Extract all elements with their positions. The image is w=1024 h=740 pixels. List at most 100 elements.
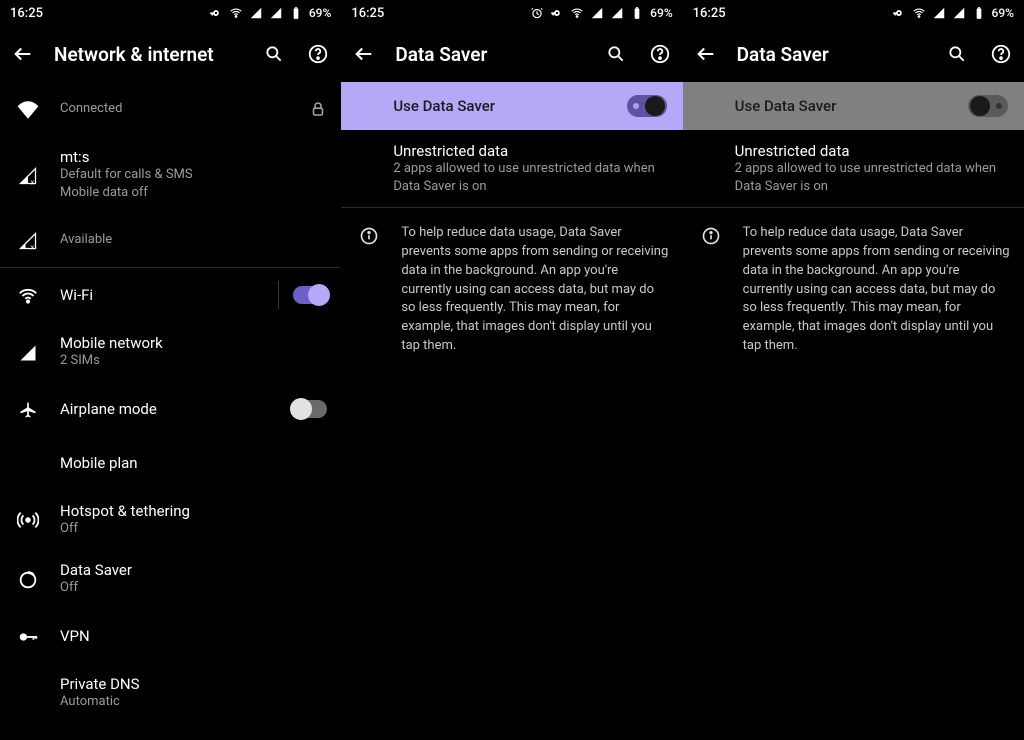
row-mobile-plan[interactable]: Mobile plan (0, 436, 341, 490)
row-airplane-mode[interactable]: Airplane mode (0, 382, 341, 436)
unrestricted-sub: 2 apps allowed to use unrestricted data … (735, 160, 1010, 195)
info-icon (701, 226, 721, 246)
data-saver-toggle[interactable] (968, 95, 1008, 117)
airplane-icon (18, 400, 38, 420)
row-private-dns[interactable]: Private DNS Automatic (0, 663, 341, 723)
vpn-key-icon (209, 6, 223, 20)
battery-percent: 69% (992, 6, 1014, 20)
row-data-saver[interactable]: Data Saver Off (0, 549, 341, 609)
search-button[interactable] (603, 41, 629, 67)
hotspot-sub: Off (60, 520, 327, 538)
wifi-icon (229, 6, 243, 20)
separator (278, 281, 279, 309)
vpn-key-icon (17, 626, 39, 648)
row-wifi[interactable]: Wi-Fi (0, 268, 341, 322)
screen-data-saver-grey: 16:25 69% Data Saver Use Data Saver Unre… (683, 0, 1024, 740)
use-data-saver-label: Use Data Saver (393, 97, 495, 115)
help-button[interactable] (305, 41, 331, 67)
vpn-title: VPN (60, 627, 327, 645)
row-mobile-network[interactable]: Mobile network 2 SIMs (0, 322, 341, 382)
arrow-left-icon (695, 43, 717, 65)
data-saver-icon (17, 569, 39, 591)
row-sim-mts[interactable]: x mt:s Default for calls & SMS Mobile da… (0, 136, 341, 213)
status-bar: 16:25 69% (683, 0, 1024, 26)
battery-percent: 69% (650, 6, 672, 20)
data-saver-toggle[interactable] (627, 95, 667, 117)
wifi-title: Wi-Fi (60, 286, 260, 304)
use-data-saver-row[interactable]: Use Data Saver (341, 82, 682, 130)
connected-label: Connected (60, 100, 291, 118)
status-bar: 16:25 69% (0, 0, 341, 26)
search-icon (264, 44, 284, 64)
airplane-toggle[interactable] (293, 400, 327, 418)
wifi-full-icon (17, 99, 39, 121)
lock-icon (309, 100, 327, 118)
back-button[interactable] (10, 41, 36, 67)
mts-title: mt:s (60, 148, 327, 166)
mobile-network-title: Mobile network (60, 334, 327, 352)
page-title: Data Saver (737, 43, 926, 66)
mts-sub2: Mobile data off (60, 184, 327, 202)
unrestricted-sub: 2 apps allowed to use unrestricted data … (393, 160, 668, 195)
unrestricted-title: Unrestricted data (393, 142, 668, 160)
search-icon (947, 44, 967, 64)
row-connected-wifi[interactable]: Connected (0, 82, 341, 136)
status-time: 16:25 (693, 6, 726, 21)
app-bar: Data Saver (341, 26, 682, 82)
wifi-icon (570, 6, 584, 20)
row-vpn[interactable]: VPN (0, 609, 341, 663)
vpn-key-icon (550, 6, 564, 20)
use-data-saver-row[interactable]: Use Data Saver (683, 82, 1024, 130)
status-icons: 69% (530, 6, 672, 20)
back-button[interactable] (351, 41, 377, 67)
row-unrestricted-data[interactable]: Unrestricted data 2 apps allowed to use … (683, 130, 1024, 207)
row-sim-available[interactable]: x Available (0, 213, 341, 267)
data-saver-sub: Off (60, 579, 327, 597)
back-button[interactable] (693, 41, 719, 67)
status-icons: 69% (209, 6, 331, 20)
help-button[interactable] (988, 41, 1014, 67)
hotspot-icon (17, 509, 39, 531)
search-button[interactable] (944, 41, 970, 67)
info-text: To help reduce data usage, Data Saver pr… (743, 224, 1010, 356)
help-icon (649, 43, 671, 65)
mobile-plan-title: Mobile plan (60, 454, 327, 472)
battery-icon (289, 6, 303, 20)
app-bar: Data Saver (683, 26, 1024, 82)
row-unrestricted-data[interactable]: Unrestricted data 2 apps allowed to use … (341, 130, 682, 207)
data-saver-title: Data Saver (60, 561, 327, 579)
info-icon (359, 226, 379, 246)
help-button[interactable] (647, 41, 673, 67)
private-dns-title: Private DNS (60, 675, 327, 693)
row-hotspot[interactable]: Hotspot & tethering Off (0, 490, 341, 550)
svg-text:x: x (31, 177, 35, 186)
signal-icon (952, 6, 966, 20)
wifi-toggle[interactable] (293, 286, 327, 304)
wifi-icon (17, 285, 39, 307)
search-button[interactable] (261, 41, 287, 67)
private-dns-sub: Automatic (60, 693, 327, 711)
signal-nox-icon: x (18, 231, 38, 251)
row-info: To help reduce data usage, Data Saver pr… (341, 208, 682, 368)
use-data-saver-label: Use Data Saver (735, 97, 837, 115)
arrow-left-icon (353, 43, 375, 65)
app-bar: Network & internet (0, 26, 341, 82)
status-time: 16:25 (351, 6, 384, 21)
unrestricted-title: Unrestricted data (735, 142, 1010, 160)
mts-sub1: Default for calls & SMS (60, 166, 327, 184)
row-info: To help reduce data usage, Data Saver pr… (683, 208, 1024, 368)
help-icon (990, 43, 1012, 65)
signal-icon (932, 6, 946, 20)
settings-list[interactable]: Connected x mt:s Default for calls & SMS… (0, 82, 341, 740)
signal-icon (249, 6, 263, 20)
status-icons: 69% (892, 6, 1014, 20)
svg-text:x: x (31, 242, 35, 251)
page-title: Data Saver (395, 43, 584, 66)
status-time: 16:25 (10, 6, 43, 21)
battery-icon (972, 6, 986, 20)
search-icon (606, 44, 626, 64)
battery-icon (630, 6, 644, 20)
alarm-icon (530, 6, 544, 20)
screen-network-internet: 16:25 69% Network & internet Con (0, 0, 341, 740)
mobile-network-sub: 2 SIMs (60, 352, 327, 370)
